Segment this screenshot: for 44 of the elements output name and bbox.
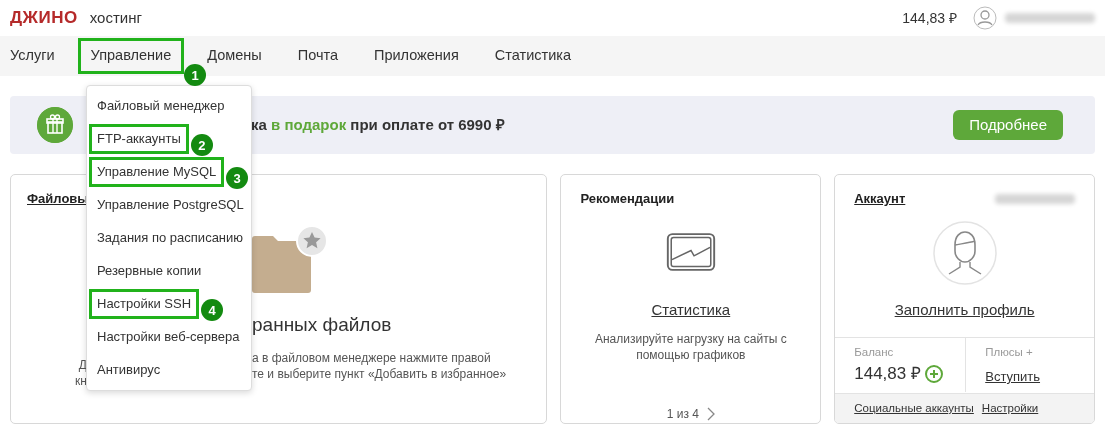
promo-text: ка в подарок при оплате от 6990 ₽: [251, 114, 505, 135]
card-title[interactable]: Аккаунт: [854, 189, 906, 209]
nav-tab[interactable]: Услуги: [0, 38, 68, 74]
card-title: Рекомендации: [580, 190, 675, 208]
menu-item[interactable]: Настройки SSH: [89, 289, 200, 319]
empty-heading: ранных файлов: [252, 313, 393, 337]
nav-tab[interactable]: Почта: [284, 38, 351, 74]
nav-tab[interactable]: Статистика: [481, 38, 584, 74]
plus-label: Плюсы +: [985, 345, 1034, 360]
footer-link[interactable]: Социальные аккаунты: [854, 399, 974, 418]
nav-tab[interactable]: Управление: [77, 38, 185, 74]
card-title[interactable]: Файловы: [27, 189, 89, 209]
profile-link[interactable]: Заполнить профиль: [894, 298, 1035, 321]
balance-amount: 144,83 ₽: [902, 8, 957, 28]
balance-label: Баланс: [854, 345, 895, 360]
description-text: кн: [75, 372, 87, 389]
menu-item[interactable]: Файловый менеджер: [89, 91, 233, 121]
step-badge: 4: [201, 299, 224, 321]
chevron-right-icon[interactable]: [706, 407, 715, 421]
logo[interactable]: ДЖИНО: [10, 5, 78, 31]
menu-item[interactable]: Антивирус: [89, 355, 169, 385]
step-badge: 3: [226, 167, 249, 189]
menu-item[interactable]: Управление PostgreSQL: [89, 190, 252, 220]
join-link[interactable]: Вступить: [985, 367, 1041, 387]
balance-amount: 144,83 ₽: [854, 363, 921, 386]
step-badge: 2: [190, 134, 213, 156]
menu-item[interactable]: Задания по расписанию: [89, 223, 252, 253]
statistics-link[interactable]: Статистика: [651, 298, 731, 321]
menu-item[interactable]: Резервные копии: [89, 256, 210, 286]
description-text: а в файловом менеджере нажмите правой: [252, 349, 492, 366]
product-name: хостинг: [89, 7, 142, 28]
step-badge: 1: [184, 64, 207, 86]
menu-item[interactable]: FTP-аккаунты: [89, 124, 189, 154]
user-icon[interactable]: [973, 6, 997, 30]
footer-link[interactable]: Настройки: [981, 399, 1039, 418]
description-text: те и выберите пункт «Добавить в избранное»: [252, 365, 507, 382]
description-text: Анализируйте нагрузку на сайты с помощью графиков: [593, 331, 788, 363]
gift-icon: [37, 107, 73, 143]
add-icon[interactable]: [924, 365, 943, 383]
menu-item[interactable]: Управление MySQL: [89, 157, 225, 187]
menu-item[interactable]: Настройки веб-сервера: [89, 322, 248, 352]
page-counter: 1 из 4: [666, 406, 699, 423]
avatar-icon: [932, 220, 997, 285]
nav-tab[interactable]: Приложения: [361, 38, 472, 74]
